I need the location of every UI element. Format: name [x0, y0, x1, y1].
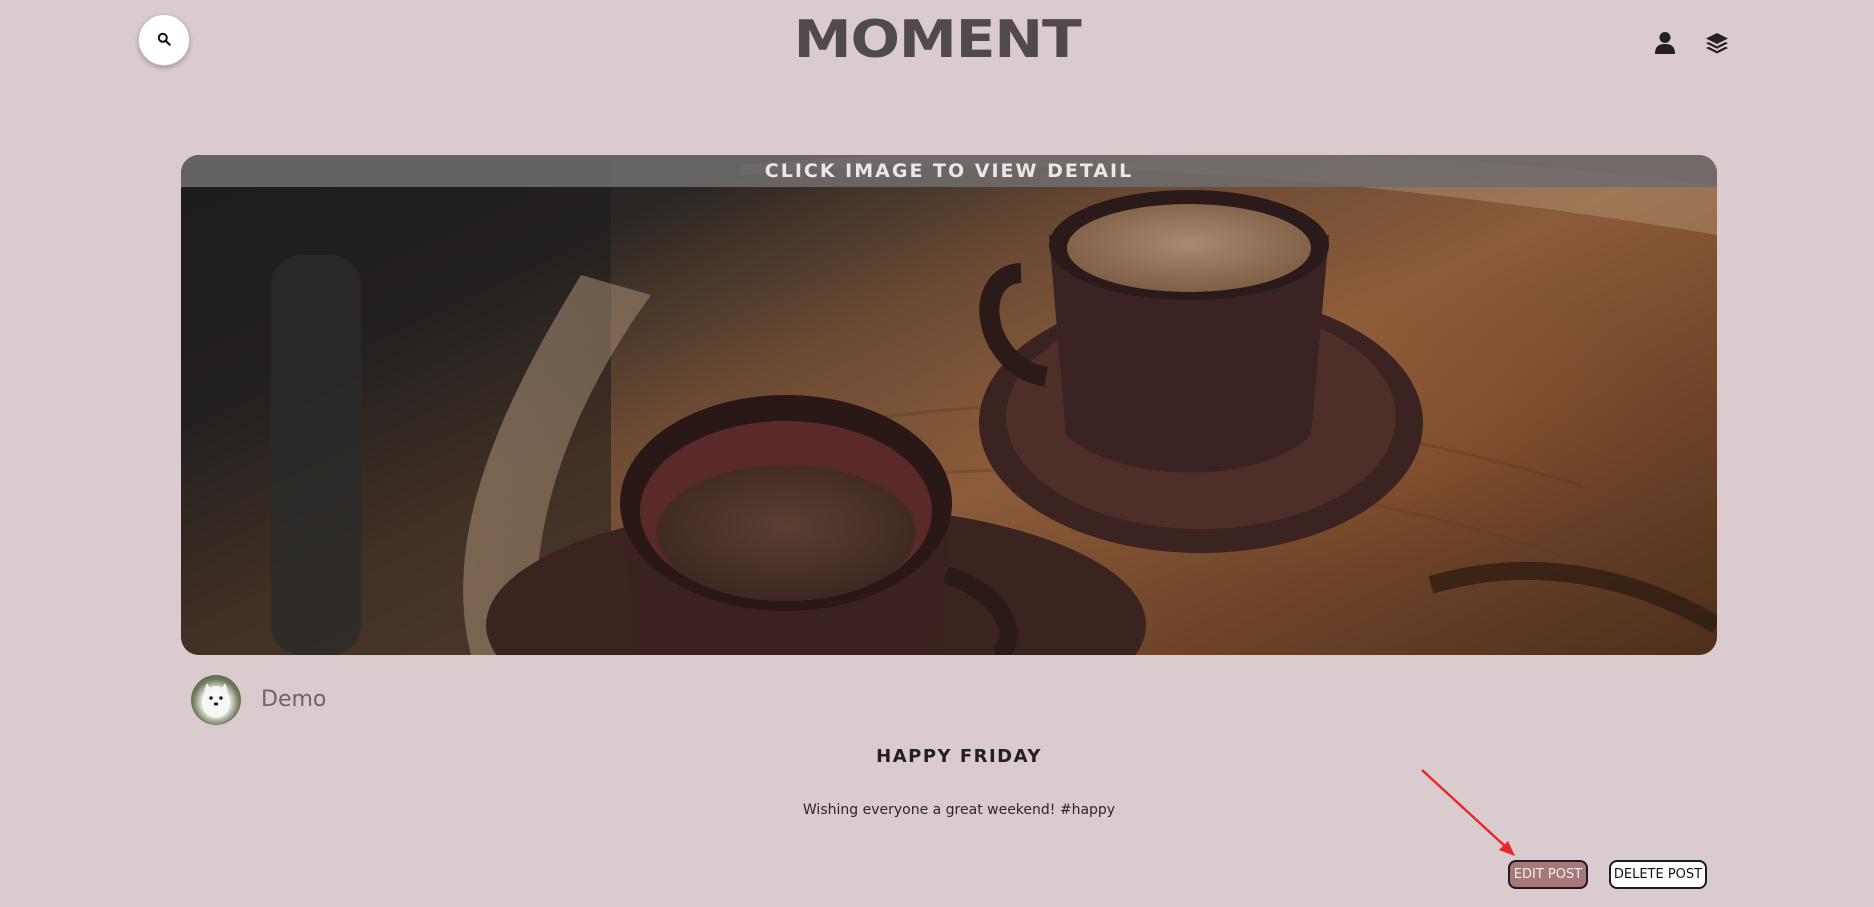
post-detail-page: MOMENT CLICK IMAGE TO VIEW DETAIL Demo H… — [0, 0, 1874, 907]
search-button[interactable] — [138, 14, 190, 66]
post-title: HAPPY FRIDAY — [876, 746, 1042, 767]
annotation-arrow-icon — [1421, 769, 1515, 856]
coffee-cups-illustration — [181, 155, 1717, 655]
search-icon — [157, 31, 171, 50]
layers-icon — [1705, 31, 1729, 59]
edit-post-button[interactable]: EDIT POST — [1508, 860, 1588, 889]
view-detail-banner: CLICK IMAGE TO VIEW DETAIL — [181, 155, 1717, 187]
profile-button[interactable] — [1650, 30, 1680, 60]
layers-button[interactable] — [1702, 30, 1732, 60]
logo: MOMENT — [0, 10, 1874, 70]
author-avatar[interactable] — [191, 675, 241, 725]
author-name[interactable]: Demo — [261, 687, 326, 712]
dog-avatar-icon — [202, 683, 230, 718]
post-image[interactable]: CLICK IMAGE TO VIEW DETAIL — [181, 155, 1717, 655]
logo-text: MOMENT — [793, 10, 1082, 70]
delete-post-button[interactable]: DELETE POST — [1609, 860, 1707, 889]
user-icon — [1654, 31, 1676, 59]
post-body: Wishing everyone a great weekend! #happy — [802, 802, 1116, 818]
